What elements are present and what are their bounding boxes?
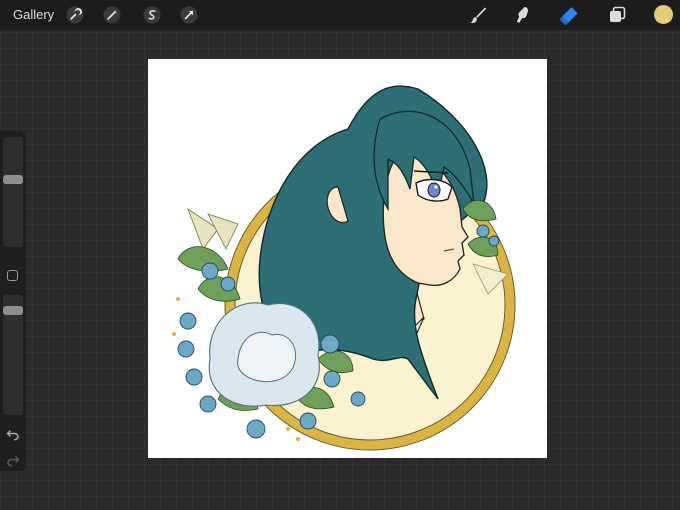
smudge-button[interactable] <box>512 4 534 26</box>
adjustments-button[interactable] <box>101 4 123 26</box>
transform-arrow-icon <box>180 6 198 24</box>
transform-button[interactable] <box>178 4 200 26</box>
brush-button[interactable] <box>467 4 489 26</box>
top-toolbar: Gallery <box>0 0 680 30</box>
smudge-icon <box>516 7 529 23</box>
selection-icon <box>143 6 161 24</box>
undo-icon[interactable] <box>6 427 20 441</box>
brush-size-handle[interactable] <box>3 175 23 185</box>
artwork-illustration <box>172 85 516 451</box>
eraser-button[interactable] <box>558 4 580 26</box>
eraser-icon <box>560 7 578 25</box>
brush-size-slider[interactable] <box>3 137 23 247</box>
layers-button[interactable] <box>606 4 628 26</box>
modify-button[interactable] <box>7 270 18 281</box>
actions-button[interactable] <box>64 4 86 26</box>
color-picker-swatch[interactable] <box>654 5 673 24</box>
selection-button[interactable] <box>141 4 163 26</box>
drawing-canvas[interactable] <box>148 59 547 458</box>
layers-icon <box>610 6 626 22</box>
left-sidebar <box>0 131 26 471</box>
magic-wand-icon <box>103 6 121 24</box>
gallery-button[interactable]: Gallery <box>13 7 54 23</box>
brush-icon <box>470 7 487 24</box>
redo-icon[interactable] <box>6 453 20 467</box>
opacity-handle[interactable] <box>3 306 23 316</box>
wrench-icon <box>66 6 84 24</box>
